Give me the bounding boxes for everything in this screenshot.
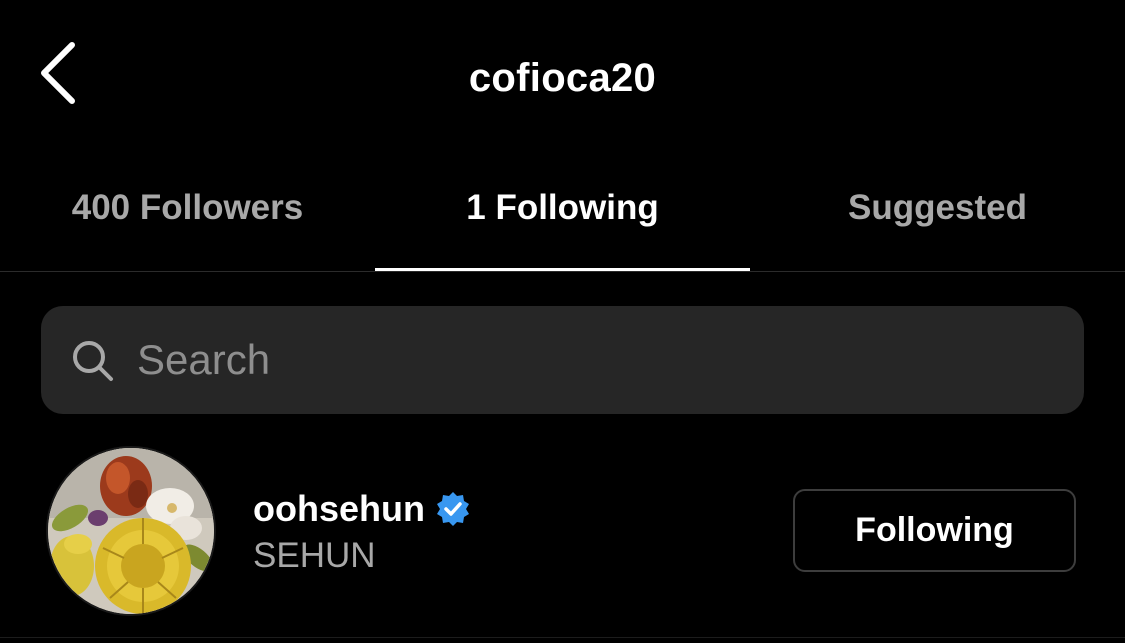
tab-followers[interactable]: 400 Followers [0,170,375,270]
search-icon [73,341,113,381]
row-divider [0,637,1125,638]
search-bar[interactable] [41,306,1084,414]
verified-badge-icon [436,492,469,526]
tabs-divider [0,271,1125,272]
avatar-flowers-image [48,448,214,614]
tab-followers-label: 400 Followers [71,188,304,227]
search-input[interactable] [137,332,1037,388]
avatar[interactable] [48,448,214,614]
list-item[interactable]: oohsehun SEHUN Following [0,440,1125,630]
username: oohsehun [253,488,425,529]
tab-following[interactable]: 1 Following [375,170,750,271]
tab-suggested[interactable]: Suggested [750,170,1125,270]
full-name: SEHUN [253,536,376,575]
following-button[interactable]: Following [793,489,1076,572]
page-title: cofioca20 [468,56,657,100]
tab-suggested-label: Suggested [848,188,1027,227]
tab-bar: 400 Followers 1 Following Suggested [0,170,1125,272]
tab-following-label: 1 Following [466,188,659,227]
username-link[interactable]: oohsehun [253,487,471,531]
